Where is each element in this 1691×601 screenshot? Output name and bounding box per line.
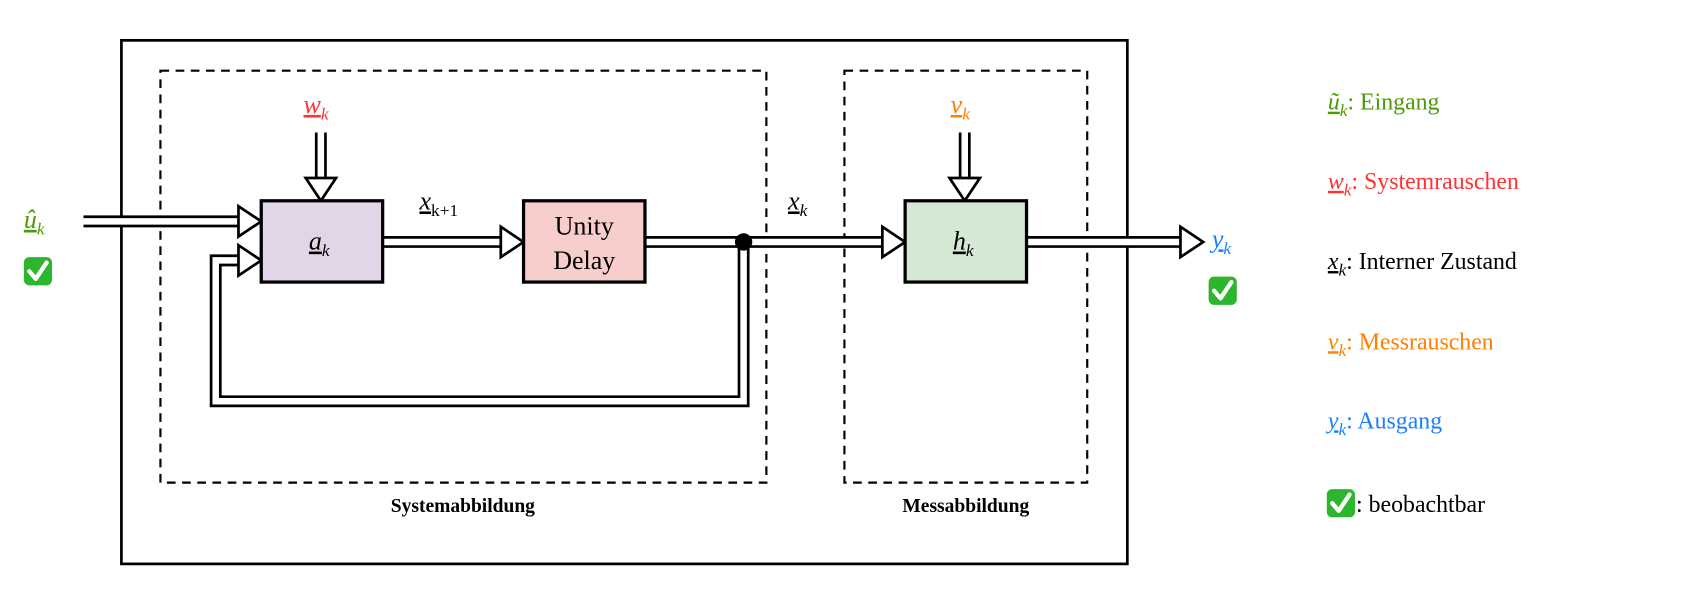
arrowhead-system-noise — [303, 176, 339, 204]
svg-text:Unity: Unity — [555, 211, 614, 240]
measurement-noise-label: vk — [951, 90, 971, 124]
block-a: ak — [259, 199, 385, 284]
legend-item-input: ũk: Eingang — [1328, 90, 1440, 121]
legend-item-observable: : beobachtbar — [1356, 492, 1485, 518]
legend-item-state: xk: Interner Zustand — [1327, 249, 1517, 280]
block-h: hk — [903, 199, 1029, 284]
arrowhead-state — [881, 224, 908, 260]
arrowhead-output — [1179, 224, 1206, 260]
input-label: ûk — [24, 205, 45, 239]
legend-item-measurement-noise: vk: Messrauschen — [1328, 329, 1494, 360]
block-diagram: Systemabbildung Messabbildung ak Unity D… — [0, 38, 1519, 566]
outer-frame — [120, 38, 1129, 566]
legend: ũk: Eingang wk: Systemrauschen xk: Inter… — [1326, 90, 1519, 518]
state-label: xk — [787, 186, 808, 220]
section-label-system: Systemabbildung — [391, 496, 535, 517]
check-mark-button-icon — [1209, 277, 1237, 305]
output-label: yk — [1209, 224, 1232, 258]
block-unity-delay: Unity Delay — [521, 199, 647, 284]
diagram-canvas: Systemabbildung Messabbildung ak Unity D… — [0, 0, 1691, 601]
arrowhead-input — [237, 203, 264, 240]
check-mark-button-icon — [24, 257, 52, 285]
check-mark-button-icon — [1327, 489, 1355, 517]
system-noise-label: wk — [304, 90, 329, 124]
legend-item-system-noise: wk: Systemrauschen — [1328, 169, 1519, 200]
branch-point — [734, 233, 753, 251]
section-label-measurement: Messabbildung — [902, 496, 1029, 517]
arrowhead-measurement-noise — [947, 176, 983, 204]
legend-item-output: yk: Ausgang — [1326, 408, 1442, 439]
arrowhead-next-state — [499, 224, 527, 260]
next-state-label: xk+1 — [418, 186, 458, 220]
system-section-frame — [159, 69, 768, 484]
arrowhead-feedback — [237, 242, 264, 279]
svg-text:Delay: Delay — [553, 246, 615, 275]
